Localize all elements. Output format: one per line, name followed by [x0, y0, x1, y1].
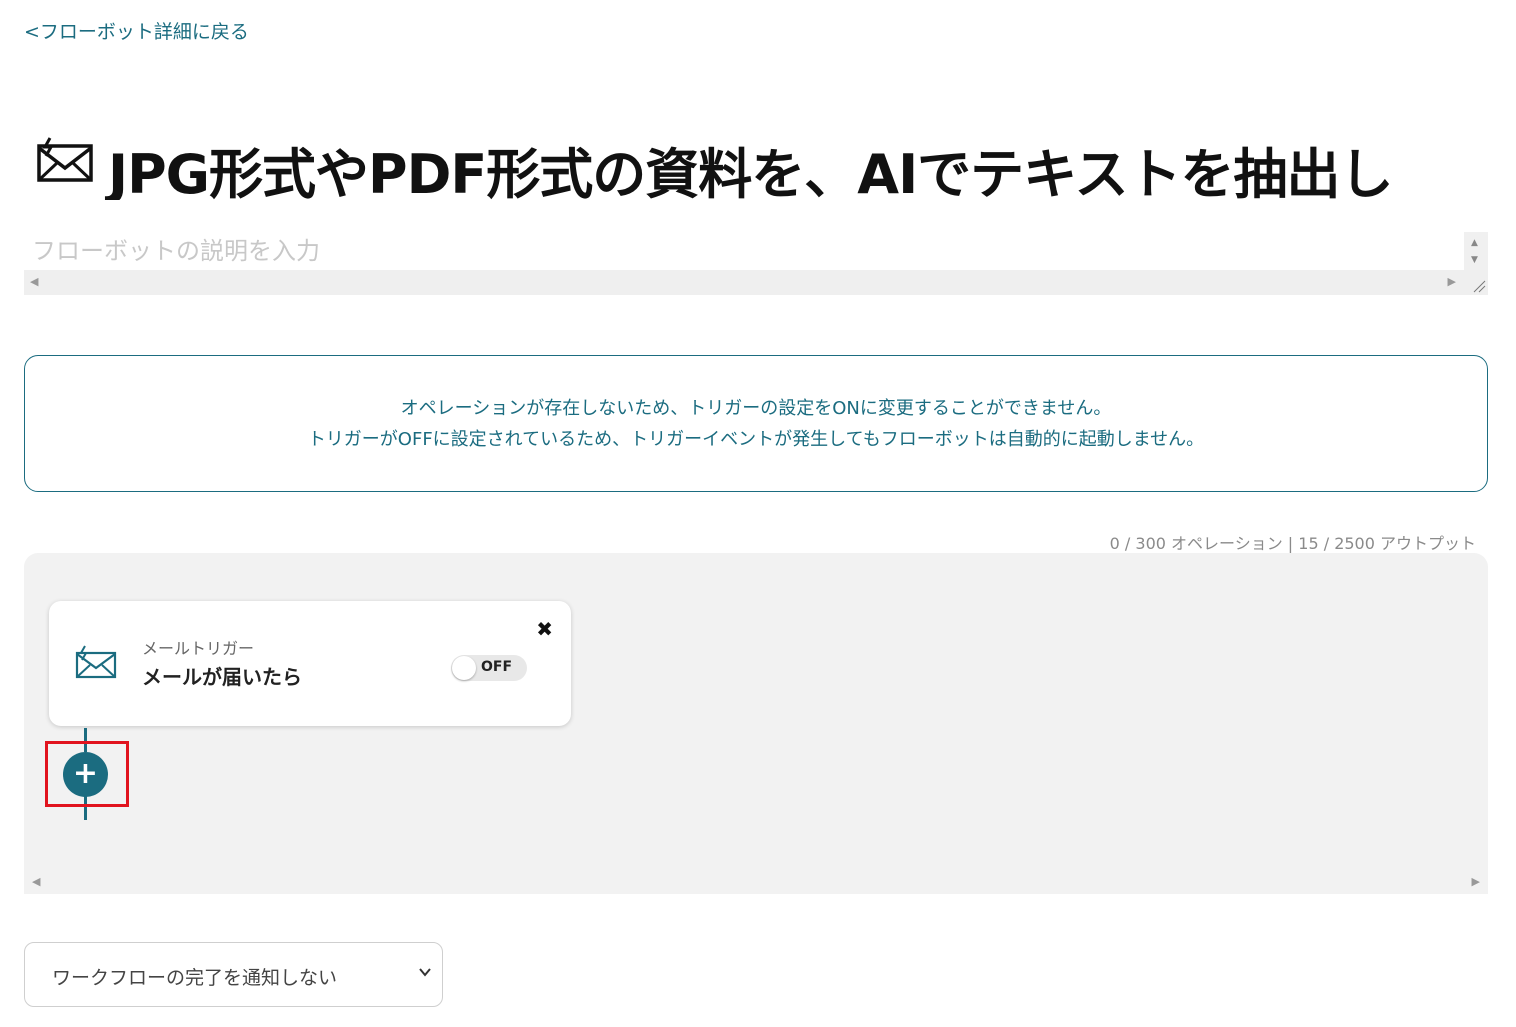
scroll-left-arrow-icon[interactable]: ◀: [30, 275, 38, 288]
scroll-down-arrow-icon[interactable]: ▼: [1471, 255, 1478, 265]
notice-line-2: トリガーがOFFに設定されているため、トリガーイベントが発生してもフローボットは…: [307, 428, 1205, 450]
mail-trigger-icon: [75, 645, 117, 679]
description-input[interactable]: [24, 232, 1462, 270]
notice-line-1: オペレーションが存在しないため、トリガーの設定をONに変更することができません。: [400, 397, 1112, 419]
workflow-notification-select[interactable]: ワークフローの完了を通知しない: [24, 942, 443, 1007]
description-vertical-scrollbar[interactable]: ▲ ▼: [1464, 232, 1488, 270]
highlight-box: [45, 741, 129, 807]
page-title[interactable]: JPG形式やPDF形式の資料を、AIでテキストを抽出し: [108, 130, 1394, 200]
scroll-right-arrow-icon[interactable]: ▶: [1448, 275, 1456, 288]
scroll-left-arrow-icon[interactable]: ◀: [32, 875, 40, 888]
trigger-warning-notice: オペレーションが存在しないため、トリガーの設定をONに変更することができません。…: [24, 355, 1488, 492]
chevron-down-icon: [419, 968, 431, 977]
mail-trigger-icon: [37, 137, 93, 182]
resize-grip-icon[interactable]: [1470, 277, 1486, 293]
description-horizontal-scrollbar[interactable]: ◀ ▶: [24, 270, 1488, 295]
trigger-type-label: メールトリガー: [142, 639, 255, 658]
back-to-flowbot-detail-link[interactable]: <フローボット詳細に戻る: [24, 17, 249, 44]
trigger-toggle[interactable]: OFF: [451, 655, 527, 681]
scroll-up-arrow-icon[interactable]: ▲: [1471, 238, 1478, 248]
trigger-title: メールが届いたら: [142, 665, 302, 689]
toggle-knob: [452, 656, 476, 680]
description-field-wrapper: ▲ ▼ ◀ ▶: [24, 232, 1488, 295]
toggle-state-label: OFF: [481, 659, 513, 675]
usage-counter: 0 / 300 オペレーション | 15 / 2500 アウトプット: [1109, 534, 1476, 553]
flow-canvas: メールトリガー メールが届いたら OFF ✖ + ◀ ▶: [24, 553, 1488, 894]
page-title-row: JPG形式やPDF形式の資料を、AIでテキストを抽出し: [36, 126, 1488, 200]
scroll-right-arrow-icon[interactable]: ▶: [1472, 875, 1480, 888]
trigger-card[interactable]: メールトリガー メールが届いたら OFF ✖: [49, 601, 571, 726]
notification-selected-value: ワークフローの完了を通知しない: [52, 967, 338, 989]
close-icon[interactable]: ✖: [536, 619, 553, 639]
